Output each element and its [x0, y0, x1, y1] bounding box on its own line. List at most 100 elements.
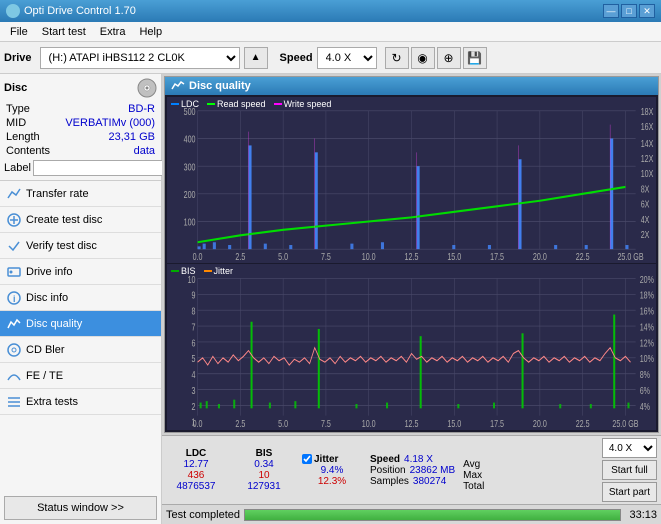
length-label: Length [6, 131, 40, 143]
jitter-legend-dot [204, 270, 212, 272]
label-input[interactable] [33, 160, 167, 176]
menu-start-test[interactable]: Start test [36, 24, 92, 40]
svg-text:15.0: 15.0 [447, 251, 461, 262]
disc-header: Disc [4, 78, 157, 98]
refresh-icon[interactable]: ↻ [385, 47, 409, 69]
close-button[interactable]: ✕ [639, 4, 655, 18]
progress-bar-fill [245, 510, 620, 520]
sidebar-item-disc-info[interactable]: i Disc info [0, 285, 161, 311]
title-bar-controls[interactable]: — □ ✕ [603, 4, 655, 18]
contents-value: data [134, 145, 155, 157]
save-icon[interactable]: 💾 [463, 47, 487, 69]
drive-label: Drive [4, 52, 32, 64]
maximize-button[interactable]: □ [621, 4, 637, 18]
svg-text:0.0: 0.0 [193, 251, 203, 262]
legend-ldc: LDC [171, 99, 199, 109]
ldc-header: LDC [166, 448, 226, 459]
jitter-checkbox[interactable] [302, 454, 312, 464]
chart-top-container: LDC Read speed Write speed [167, 97, 656, 263]
svg-text:25.0 GB: 25.0 GB [612, 418, 638, 430]
disc-length-row: Length 23,31 GB [4, 130, 157, 144]
sidebar-item-verify-test-disc[interactable]: Verify test disc [0, 233, 161, 259]
ldc-total: 4876537 [166, 481, 226, 492]
type-label: Type [6, 103, 30, 115]
svg-text:16X: 16X [641, 121, 654, 132]
disc-info-icon: i [6, 290, 22, 306]
verify-test-disc-icon [6, 238, 22, 254]
jitter-max: 12.3% [302, 476, 362, 487]
svg-text:14X: 14X [641, 138, 654, 149]
minimize-button[interactable]: — [603, 4, 619, 18]
avg-label: Avg [463, 459, 491, 470]
toolbar-icons: ↻ ◉ ⊕ 💾 [385, 47, 487, 69]
speed-select[interactable]: 4.0 X [317, 47, 377, 69]
chart-bottom-container: BIS Jitter [167, 264, 656, 430]
nav-label-create-test-disc: Create test disc [26, 214, 102, 226]
ldc-max: 436 [166, 470, 226, 481]
svg-text:7.5: 7.5 [321, 418, 331, 430]
app-title: Opti Drive Control 1.70 [24, 5, 136, 17]
start-full-button[interactable]: Start full [602, 460, 657, 480]
menu-help[interactable]: Help [133, 24, 168, 40]
main-area: Disc Type BD-R MID VERBATIMv (000) Leng [0, 74, 661, 524]
bis-max: 10 [234, 470, 294, 481]
svg-text:7: 7 [192, 321, 196, 333]
ldc-avg: 12.77 [166, 459, 226, 470]
svg-text:25.0 GB: 25.0 GB [617, 251, 643, 262]
svg-text:8X: 8X [641, 183, 650, 194]
svg-text:100: 100 [184, 217, 196, 228]
sidebar-item-create-test-disc[interactable]: Create test disc [0, 207, 161, 233]
nav-label-transfer-rate: Transfer rate [26, 188, 89, 200]
legend-bis: BIS [171, 266, 196, 276]
disc-panel: Disc Type BD-R MID VERBATIMv (000) Leng [0, 74, 161, 181]
chart-bottom-svg: 10 9 8 7 6 5 4 3 2 1 20% 18% 16% [167, 264, 656, 430]
eject-button[interactable]: ▲ [244, 47, 268, 69]
speed-header: Speed [370, 454, 400, 465]
svg-text:17.5: 17.5 [490, 418, 504, 430]
svg-text:15.0: 15.0 [447, 418, 461, 430]
extra-tests-icon [6, 394, 22, 410]
svg-text:8: 8 [192, 305, 196, 317]
disc-quality-icon [6, 316, 22, 332]
speed-stats: Speed 4.18 X Position 23862 MB Samples 3… [370, 454, 455, 487]
stats-row: LDC 12.77 436 4876537 BIS 0.34 10 127931… [162, 435, 661, 504]
svg-text:0.0: 0.0 [193, 418, 203, 430]
svg-text:12%: 12% [640, 337, 654, 349]
svg-text:17.5: 17.5 [490, 251, 504, 262]
svg-text:i: i [13, 294, 16, 304]
svg-text:2: 2 [192, 401, 196, 413]
start-part-button[interactable]: Start part [602, 482, 657, 502]
svg-text:18%: 18% [640, 289, 654, 301]
max-label: Max [463, 470, 491, 481]
panel-title: Disc quality [165, 77, 658, 95]
write-speed-legend-dot [274, 103, 282, 105]
test-speed-select[interactable]: 4.0 X [602, 438, 657, 458]
status-window-button[interactable]: Status window >> [4, 496, 157, 520]
disc-icon [137, 78, 157, 98]
svg-text:12X: 12X [641, 153, 654, 164]
status-bar: Test completed 33:13 [162, 504, 661, 524]
sidebar-item-disc-quality[interactable]: Disc quality [0, 311, 161, 337]
menu-file[interactable]: File [4, 24, 34, 40]
jitter-avg: 9.4% [302, 465, 362, 476]
quality-panel: Disc quality LDC Read speed [164, 76, 659, 433]
disc-label-label: Label [4, 162, 31, 174]
nav-label-drive-info: Drive info [26, 266, 72, 278]
disc-title: Disc [4, 82, 27, 94]
svg-text:12.5: 12.5 [405, 418, 419, 430]
legend-write-speed: Write speed [274, 99, 332, 109]
sidebar-item-fe-te[interactable]: FE / TE [0, 363, 161, 389]
svg-text:2X: 2X [641, 229, 650, 240]
burn-icon[interactable]: ⊕ [437, 47, 461, 69]
sidebar-item-drive-info[interactable]: Drive info [0, 259, 161, 285]
scan-icon[interactable]: ◉ [411, 47, 435, 69]
sidebar-item-transfer-rate[interactable]: Transfer rate [0, 181, 161, 207]
sidebar-item-extra-tests[interactable]: Extra tests [0, 389, 161, 415]
sidebar-item-cd-bler[interactable]: CD Bler [0, 337, 161, 363]
svg-text:300: 300 [184, 161, 196, 172]
drive-select[interactable]: (H:) ATAPI iHBS112 2 CL0K [40, 47, 240, 69]
svg-text:10X: 10X [641, 168, 654, 179]
menu-extra[interactable]: Extra [94, 24, 132, 40]
position-value: 23862 MB [410, 465, 456, 476]
svg-text:8%: 8% [640, 369, 650, 381]
